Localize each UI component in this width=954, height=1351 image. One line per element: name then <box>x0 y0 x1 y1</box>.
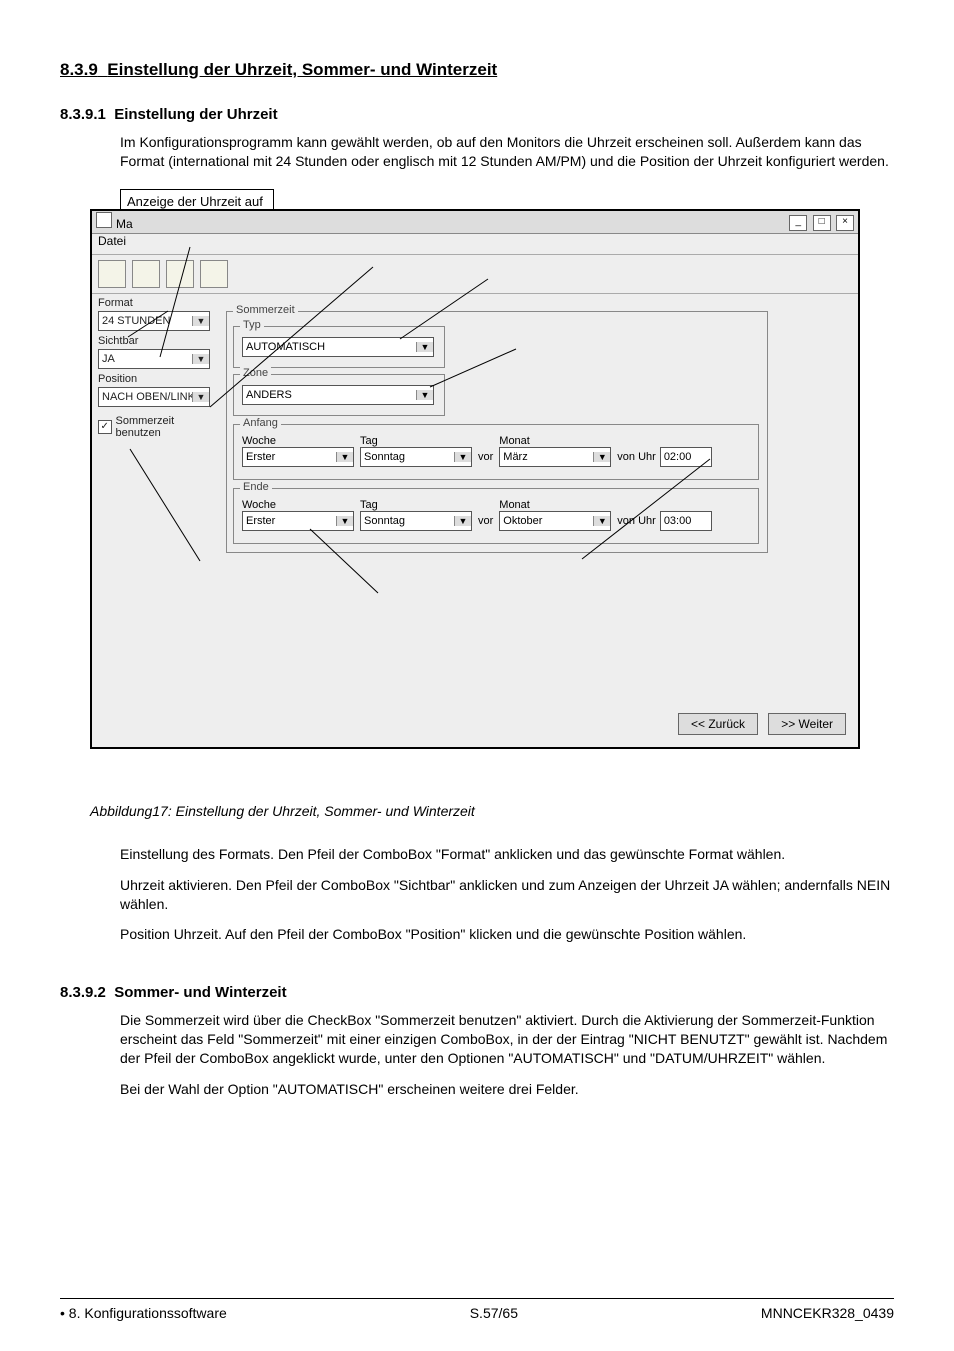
format-combo[interactable]: 24 STUNDEN▼ <box>98 311 210 331</box>
checkbox-icon: ✓ <box>98 420 112 434</box>
sichtbar-label: Sichtbar <box>98 335 218 347</box>
instruction-sichtbar: Uhrzeit aktivieren. Den Pfeil der ComboB… <box>120 876 894 914</box>
anfang-tag-label: Tag <box>360 435 472 447</box>
page-footer: 8. Konfigurationssoftware S.57/65 MNNCEK… <box>60 1298 894 1321</box>
position-label: Position <box>98 373 218 385</box>
chevron-down-icon: ▼ <box>192 392 209 402</box>
ende-uhr-input[interactable] <box>660 511 712 531</box>
dst-use-label: Sommerzeit benutzen <box>116 415 219 439</box>
sub2-p2: Bei der Wahl der Option "AUTOMATISCH" er… <box>120 1080 894 1099</box>
toolbar-icon-1[interactable] <box>98 260 126 288</box>
position-combo[interactable]: NACH OBEN/LINKS▼ <box>98 387 210 407</box>
ende-woche-label: Woche <box>242 499 354 511</box>
ende-vor-label: vor <box>478 515 493 527</box>
section-heading: 8.3.9 Einstellung der Uhrzeit, Sommer- u… <box>60 60 894 80</box>
sub1-intro: Im Konfigurationsprogramm kann gewählt w… <box>120 133 894 171</box>
menubar: Datei <box>92 234 858 255</box>
chevron-down-icon: ▼ <box>416 342 433 352</box>
chevron-down-icon: ▼ <box>593 516 610 526</box>
ende-tag-combo[interactable]: Sonntag▼ <box>360 511 472 531</box>
window-title: Ma <box>116 217 133 231</box>
anfang-woche-label: Woche <box>242 435 354 447</box>
dst-use-checkbox[interactable]: ✓ Sommerzeit benutzen <box>98 415 218 439</box>
ende-legend: Ende <box>240 481 272 493</box>
chevron-down-icon: ▼ <box>192 316 209 326</box>
sichtbar-combo[interactable]: JA▼ <box>98 349 210 369</box>
chevron-down-icon: ▼ <box>454 452 471 462</box>
anfang-monat-label: Monat <box>499 435 611 447</box>
toolbar <box>92 255 858 294</box>
minimize-button[interactable]: _ <box>789 215 807 231</box>
ende-tag-label: Tag <box>360 499 472 511</box>
sommerzeit-legend: Sommerzeit <box>233 304 298 316</box>
ende-vonuhr-label: von Uhr <box>617 515 656 527</box>
toolbar-icon-2[interactable] <box>132 260 160 288</box>
chevron-down-icon: ▼ <box>192 354 209 364</box>
subsection-1-heading: 8.3.9.1 Einstellung der Uhrzeit <box>60 106 894 123</box>
chevron-down-icon: ▼ <box>416 390 433 400</box>
zone-legend: Zone <box>240 367 271 379</box>
section-title: Einstellung der Uhrzeit, Sommer- und Win… <box>107 60 497 79</box>
menu-datei[interactable]: Datei <box>98 234 126 248</box>
typ-combo[interactable]: AUTOMATISCH▼ <box>242 337 434 357</box>
footer-center: S.57/65 <box>470 1305 518 1321</box>
chevron-down-icon: ▼ <box>593 452 610 462</box>
anfang-monat-combo[interactable]: März▼ <box>499 447 611 467</box>
anfang-tag-combo[interactable]: Sonntag▼ <box>360 447 472 467</box>
ende-monat-combo[interactable]: Oktober▼ <box>499 511 611 531</box>
ende-monat-label: Monat <box>499 499 611 511</box>
app-icon <box>96 212 112 228</box>
window-titlebar: Ma _ □ × <box>92 211 858 234</box>
sub2-p1: Die Sommerzeit wird über die CheckBox "S… <box>120 1011 894 1068</box>
toolbar-icon-3[interactable] <box>166 260 194 288</box>
subsection-2-heading: 8.3.9.2 Sommer- und Winterzeit <box>60 984 894 1001</box>
footer-left: 8. Konfigurationssoftware <box>60 1305 227 1321</box>
close-button[interactable]: × <box>836 215 854 231</box>
chevron-down-icon: ▼ <box>336 516 353 526</box>
chevron-down-icon: ▼ <box>336 452 353 462</box>
instruction-format: Einstellung des Formats. Den Pfeil der C… <box>120 845 894 864</box>
anfang-woche-combo[interactable]: Erster▼ <box>242 447 354 467</box>
anfang-uhr-input[interactable] <box>660 447 712 467</box>
footer-right: MNNCEKR328_0439 <box>761 1305 894 1321</box>
back-button[interactable]: << Zurück <box>678 713 758 735</box>
ende-woche-combo[interactable]: Erster▼ <box>242 511 354 531</box>
section-number: 8.3.9 <box>60 60 98 79</box>
figure-caption: Abbildung17: Einstellung der Uhrzeit, So… <box>90 803 894 819</box>
typ-legend: Typ <box>240 319 264 331</box>
format-label: Format <box>98 297 218 309</box>
anfang-vor-label: vor <box>478 451 493 463</box>
maximize-button[interactable]: □ <box>813 215 831 231</box>
chevron-down-icon: ▼ <box>454 516 471 526</box>
next-button[interactable]: >> Weiter <box>768 713 846 735</box>
zone-combo[interactable]: ANDERS▼ <box>242 385 434 405</box>
anfang-legend: Anfang <box>240 417 281 429</box>
toolbar-icon-4[interactable] <box>200 260 228 288</box>
instruction-position: Position Uhrzeit. Auf den Pfeil der Comb… <box>120 925 894 944</box>
anfang-vonuhr-label: von Uhr <box>617 451 656 463</box>
